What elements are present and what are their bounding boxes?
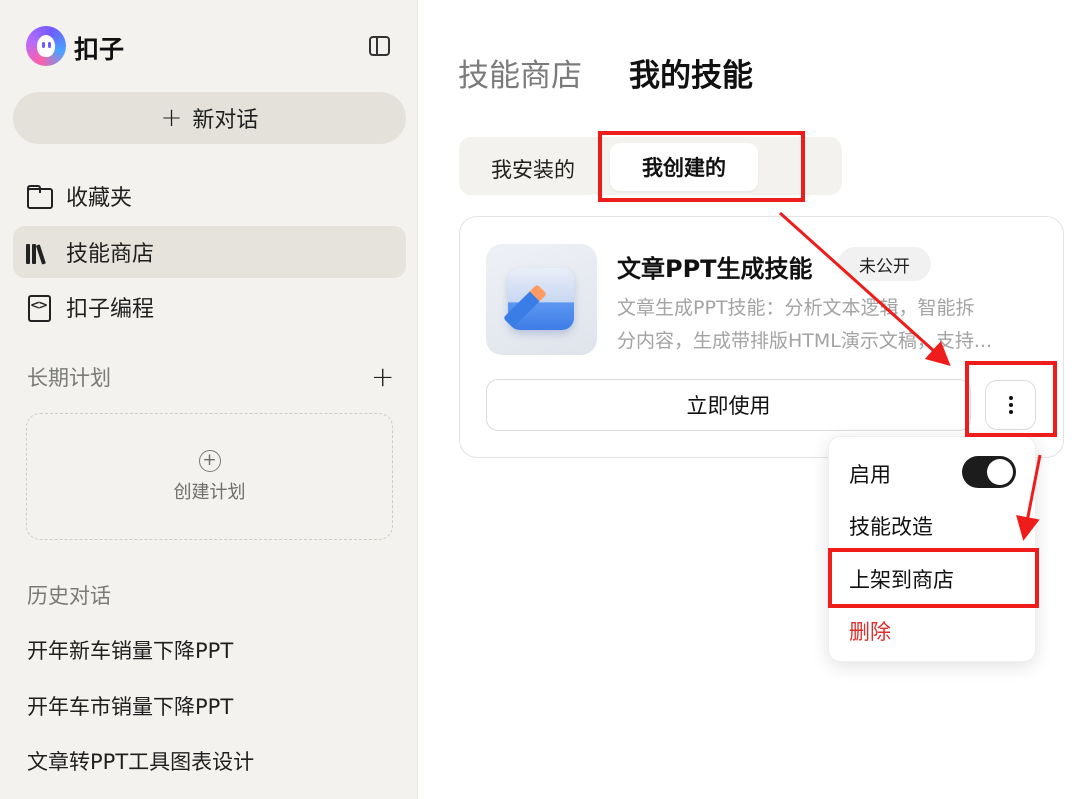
logo-eye [42, 42, 45, 48]
logo-eye [48, 42, 51, 48]
annotation-arrow [778, 211, 951, 367]
annotation-arrows [778, 211, 1042, 541]
annotation-arrow [1016, 454, 1042, 541]
